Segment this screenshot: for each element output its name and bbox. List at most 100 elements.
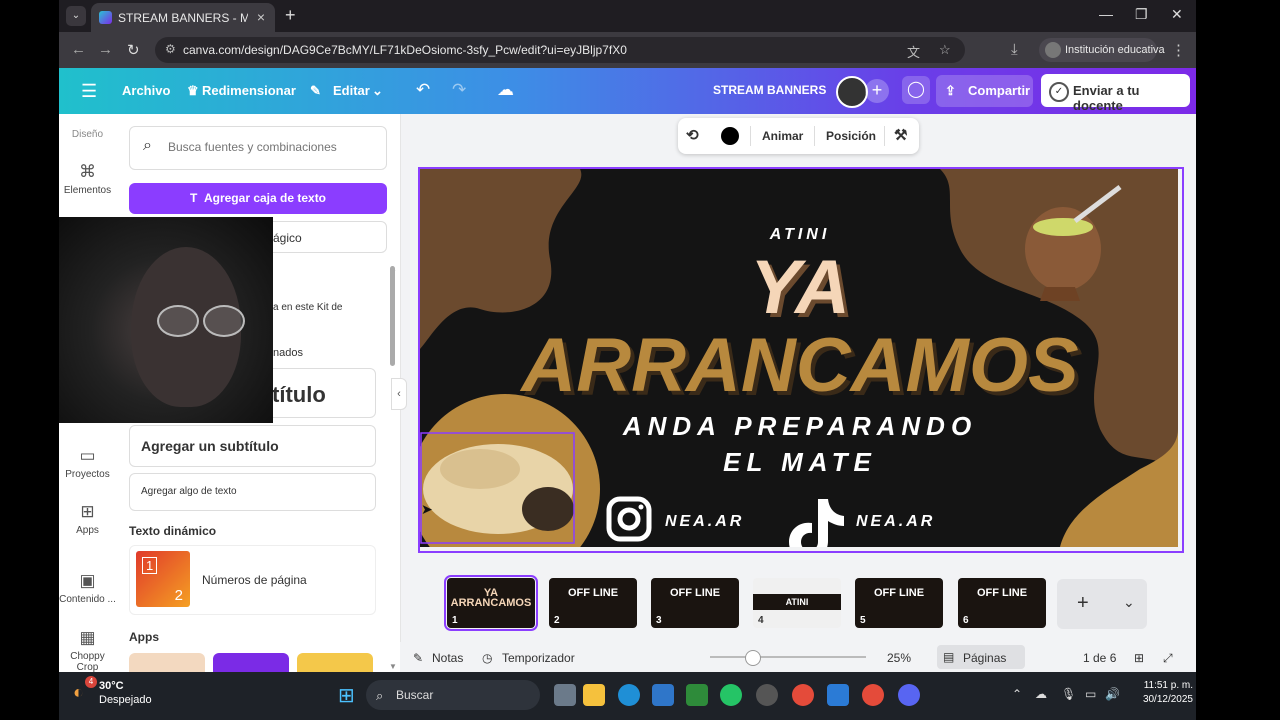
rail-apps[interactable]: ⊞ Apps — [59, 502, 116, 536]
bookmark-star-icon[interactable]: ☆ — [939, 42, 951, 58]
edge-icon[interactable] — [618, 684, 640, 706]
page-thumb-3[interactable]: OFF LINE 3 — [651, 578, 739, 628]
forward-icon[interactable]: → — [98, 41, 113, 58]
zoom-slider-knob[interactable] — [745, 650, 761, 666]
add-subtitle-button[interactable]: Agregar un subtítulo — [129, 425, 376, 467]
menu-archivo[interactable]: Archivo — [122, 83, 170, 98]
site-info-icon[interactable]: ⚙ — [165, 42, 176, 56]
rail-projects[interactable]: ▭ Proyectos — [59, 446, 116, 480]
pages-button[interactable]: ▤ Páginas — [937, 645, 1025, 669]
share-button[interactable]: ⇪ Compartir — [936, 75, 1033, 107]
add-collaborator-button[interactable]: + — [865, 79, 889, 103]
app-icon[interactable] — [756, 684, 778, 706]
profile-chip[interactable]: Institución educativa — [1039, 38, 1165, 62]
whatsapp-icon[interactable] — [720, 684, 742, 706]
rail-projects-label: Proyectos — [65, 469, 110, 480]
onedrive-icon[interactable]: ☁ — [1035, 687, 1047, 701]
tray-chevron-icon[interactable]: ⌃ — [1012, 687, 1022, 701]
app-thumb-2[interactable] — [213, 653, 289, 673]
network-icon[interactable]: ▭ — [1085, 687, 1096, 701]
zoom-slider[interactable] — [710, 650, 866, 666]
timer-button[interactable]: Temporizador — [502, 651, 575, 665]
comment-icon[interactable]: ◯ — [902, 76, 930, 104]
weather-icon[interactable]: ◐ — [73, 682, 84, 703]
chevron-down-icon[interactable]: ⌄ — [372, 83, 383, 99]
task-view-icon[interactable] — [554, 684, 576, 706]
add-page-icon[interactable]: + — [1077, 592, 1089, 615]
close-tab-icon[interactable]: × — [257, 9, 265, 25]
replace-icon[interactable]: ⟲ — [686, 126, 699, 144]
page-thumb-title: OFF LINE — [669, 587, 721, 599]
add-textbox-button[interactable]: T Agregar caja de texto — [129, 183, 387, 214]
menu-editar[interactable]: Editar — [333, 83, 370, 98]
rail-content[interactable]: ▣ Contenido ... — [59, 571, 116, 605]
taskbar-clock[interactable]: 11:51 p. m. 30/12/2025 — [1131, 679, 1193, 707]
xbox-icon[interactable] — [686, 684, 708, 706]
notes-button[interactable]: Notas — [432, 651, 463, 665]
browser-tab[interactable]: STREAM BANNERS - Multi-desi × — [91, 3, 275, 32]
tiktok-handle: NEA.AR — [856, 513, 935, 530]
minimize-icon[interactable]: — — [1099, 6, 1113, 22]
clock-date: 30/12/2025 — [1142, 694, 1193, 705]
app-thumb-1[interactable] — [129, 653, 205, 673]
font-search-input[interactable] — [166, 139, 380, 155]
chevron-down-icon[interactable]: ⌄ — [1123, 594, 1135, 611]
url-bar[interactable]: ⚙ canva.com/design/DAG9Ce7BcMY/LF71kDeOs… — [155, 37, 965, 63]
file-explorer-icon[interactable] — [583, 684, 605, 706]
collapse-panel-button[interactable]: ‹ — [391, 378, 407, 410]
design-title[interactable]: STREAM BANNERS — [713, 83, 826, 97]
windows-start-icon[interactable]: ⊞ — [338, 683, 355, 708]
page-thumb-5[interactable]: OFF LINE 5 — [855, 578, 943, 628]
scroll-down-icon[interactable]: ▼ — [389, 662, 397, 671]
search-icon: ⌕ — [143, 137, 152, 154]
discord-icon[interactable] — [898, 684, 920, 706]
cloud-save-icon[interactable]: ☁ — [497, 80, 514, 100]
menu-redimensionar[interactable]: Redimensionar — [202, 83, 296, 98]
page-thumb-4[interactable]: ATINI 4 — [753, 578, 841, 628]
panel-scrollbar[interactable] — [390, 266, 395, 366]
resize-icon: ♛ — [187, 83, 199, 98]
taskbar-search[interactable]: ⌕ Buscar — [366, 680, 540, 710]
download-icon[interactable]: ⤓ — [1011, 41, 1018, 58]
hamburger-menu-icon[interactable]: ☰ — [81, 81, 97, 102]
tab-search-icon[interactable]: ⌄ — [66, 6, 86, 26]
banner-tagline-2: EL MATE — [723, 447, 877, 477]
rail-elements[interactable]: ⌘ Elementos — [59, 162, 116, 196]
rail-choppy-crop[interactable]: ▦ Choppy Crop — [59, 628, 116, 673]
page-thumb-2[interactable]: OFF LINE 2 — [549, 578, 637, 628]
app-thumb-3[interactable] — [297, 653, 373, 673]
store-icon[interactable] — [652, 684, 674, 706]
animate-button[interactable]: Animar — [762, 129, 803, 143]
volume-icon[interactable]: 🔊 — [1105, 687, 1120, 701]
dynamic-text-heading: Texto dinámico — [129, 524, 217, 538]
restore-icon[interactable]: ❐ — [1135, 6, 1148, 23]
add-body-text-button[interactable]: Agregar algo de texto — [129, 473, 376, 511]
send-to-teacher-button[interactable]: ✓ Enviar a tu docente — [1041, 74, 1190, 113]
font-search-box[interactable]: ⌕ — [129, 126, 387, 170]
undo-icon[interactable]: ↶ — [416, 80, 430, 100]
chrome-icon[interactable] — [792, 684, 814, 706]
page-thumb-1[interactable]: YA ARRANCAMOS 1 — [444, 575, 538, 631]
back-icon[interactable]: ← — [71, 41, 86, 58]
position-button[interactable]: Posición — [826, 129, 876, 143]
chrome-active-icon[interactable] — [862, 684, 884, 706]
design-canvas[interactable]: ATINI YA YA ARRANCAMOS ARRANCAMOS ANDA P… — [418, 167, 1184, 553]
page-numbers-item[interactable]: 1 2 Números de página — [129, 545, 376, 615]
browser-menu-icon[interactable]: ⋮ — [1171, 41, 1186, 59]
fullscreen-icon[interactable]: ⤢ — [1163, 651, 1173, 666]
glasses-left — [157, 305, 199, 337]
zoom-value[interactable]: 25% — [887, 651, 911, 665]
new-tab-icon[interactable]: + — [285, 5, 296, 26]
translate-icon[interactable]: 文 — [907, 42, 920, 61]
close-window-icon[interactable]: ✕ — [1171, 6, 1183, 23]
mic-icon[interactable]: 🎙 — [1061, 687, 1076, 701]
collaborator-avatar[interactable] — [836, 76, 868, 108]
page-thumb-6[interactable]: OFF LINE 6 — [958, 578, 1046, 628]
grid-view-icon[interactable]: ⊞ — [1134, 651, 1144, 665]
reload-icon[interactable]: ↻ — [127, 41, 140, 59]
copy-style-icon[interactable]: ⚒ — [894, 126, 907, 144]
redo-icon[interactable]: ↷ — [452, 80, 466, 100]
rail-design[interactable]: Diseño — [59, 129, 116, 140]
color-swatch[interactable] — [721, 127, 739, 145]
paint-icon[interactable] — [827, 684, 849, 706]
